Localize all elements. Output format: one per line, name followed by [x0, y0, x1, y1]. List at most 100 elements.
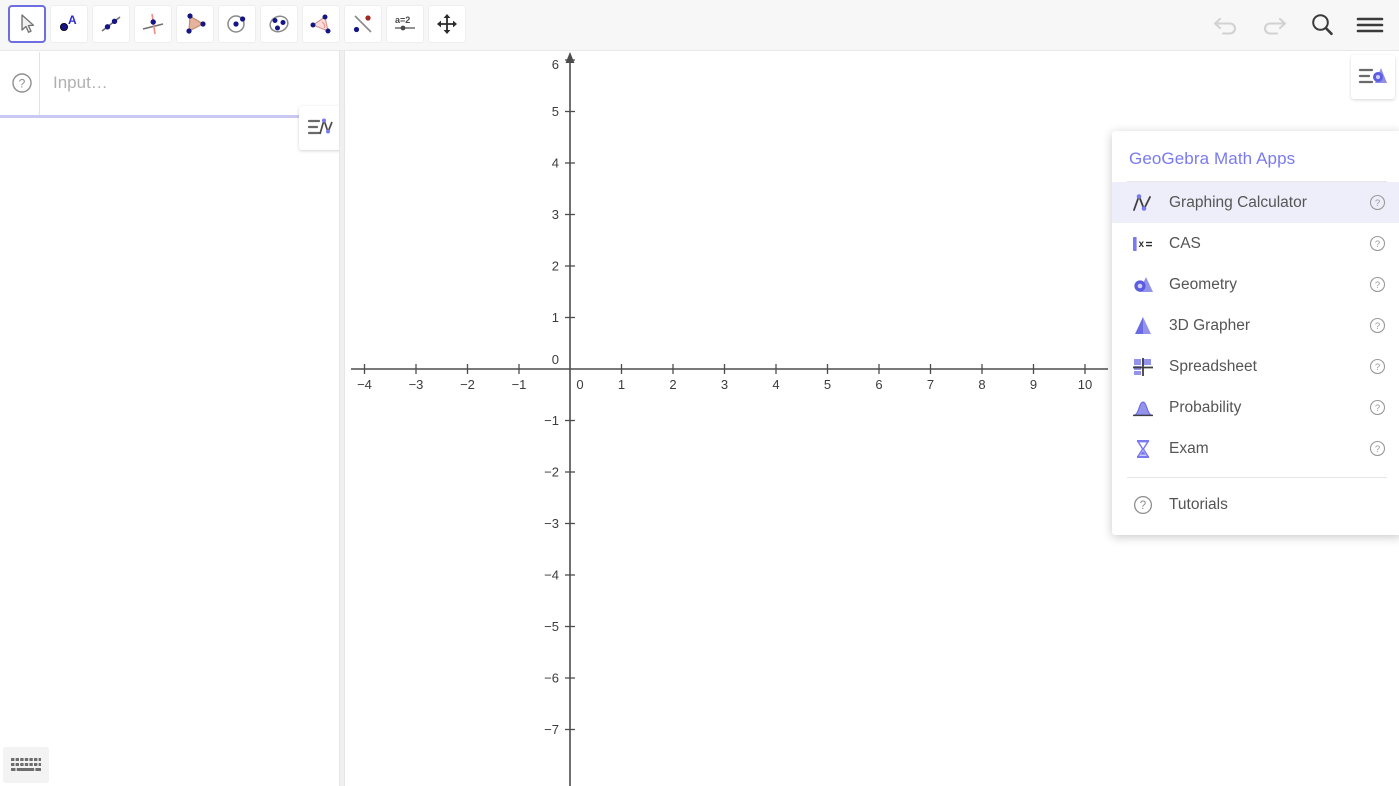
svg-text:?: ?: [1374, 403, 1379, 414]
geogebra-app-window: A a=2 ? Input… −4 −3 −2 −1 0 1 2 3 4 5 6…: [0, 0, 1399, 786]
graphing-calculator-icon: [1129, 192, 1157, 214]
svg-text:10: 10: [1078, 377, 1092, 392]
apps-menu-item-probability[interactable]: Probability ?: [1112, 387, 1399, 428]
svg-text:a=2: a=2: [395, 15, 410, 25]
svg-text:8: 8: [978, 377, 985, 392]
help-icon[interactable]: ?: [1367, 440, 1387, 457]
apps-menu-item-cas[interactable]: x CAS ?: [1112, 223, 1399, 264]
apps-menu-item-label: CAS: [1169, 234, 1201, 252]
svg-text:?: ?: [1374, 280, 1379, 291]
slider-tool[interactable]: a=2: [386, 5, 424, 43]
svg-text:6: 6: [552, 57, 559, 72]
angle-measure-tool[interactable]: [302, 5, 340, 43]
probability-icon: [1129, 397, 1157, 419]
svg-text:9: 9: [1030, 377, 1037, 392]
question-mark-icon: ?: [1129, 494, 1157, 516]
svg-text:5: 5: [552, 104, 559, 119]
apps-menu-item-exam[interactable]: Exam ?: [1112, 428, 1399, 469]
toolbar-right-actions: [1209, 8, 1387, 42]
algebra-input-row: ?: [0, 51, 344, 116]
circle-tool[interactable]: [218, 5, 256, 43]
svg-text:−1: −1: [544, 413, 559, 428]
svg-text:2: 2: [669, 377, 676, 392]
svg-text:−3: −3: [544, 516, 559, 531]
line-tool[interactable]: [92, 5, 130, 43]
apps-menu-item-label: Tutorials: [1169, 495, 1228, 513]
svg-text:x: x: [1139, 239, 1145, 250]
main-toolbar: A a=2: [0, 0, 1399, 51]
conic-tool[interactable]: [260, 5, 298, 43]
panel-divider[interactable]: [339, 51, 345, 786]
svg-text:5: 5: [824, 377, 831, 392]
move-tool[interactable]: [8, 5, 46, 43]
svg-text:?: ?: [1374, 239, 1379, 250]
input-focus-underline: [0, 115, 344, 118]
apps-menu-item-label: Geometry: [1169, 275, 1238, 293]
help-icon[interactable]: ?: [5, 72, 39, 94]
perpendicular-line-tool[interactable]: [134, 5, 172, 43]
svg-text:1: 1: [618, 377, 625, 392]
3d-grapher-icon: [1129, 315, 1157, 337]
redo-icon[interactable]: [1257, 8, 1291, 42]
apps-menu-item-label: Graphing Calculator: [1169, 193, 1307, 211]
svg-text:6: 6: [875, 377, 882, 392]
help-icon[interactable]: ?: [1367, 358, 1387, 375]
svg-text:2: 2: [552, 259, 559, 274]
svg-text:1: 1: [552, 310, 559, 325]
help-icon[interactable]: ?: [1367, 399, 1387, 416]
exam-icon: [1129, 438, 1157, 460]
svg-text:4: 4: [772, 377, 779, 392]
help-icon[interactable]: ?: [1367, 235, 1387, 252]
help-icon[interactable]: ?: [1367, 276, 1387, 293]
svg-text:3: 3: [721, 377, 728, 392]
help-icon[interactable]: ?: [1367, 317, 1387, 334]
svg-text:−2: −2: [544, 465, 559, 480]
apps-menu-item-label: Spreadsheet: [1169, 357, 1257, 375]
spreadsheet-icon: [1129, 356, 1157, 378]
svg-text:?: ?: [1374, 321, 1379, 332]
apps-menu-item-spreadsheet[interactable]: Spreadsheet ?: [1112, 346, 1399, 387]
svg-text:−1: −1: [512, 377, 527, 392]
svg-text:−5: −5: [544, 619, 559, 634]
svg-text:?: ?: [1140, 500, 1146, 512]
apps-menu-popup: GeoGebra Math Apps Graphing Calculator ?: [1112, 131, 1399, 535]
move-graphics-tool[interactable]: [428, 5, 466, 43]
svg-text:?: ?: [1374, 198, 1379, 209]
svg-text:−4: −4: [357, 377, 372, 392]
svg-text:A: A: [68, 13, 77, 27]
apps-menu-item-geometry[interactable]: Geometry ?: [1112, 264, 1399, 305]
svg-text:3: 3: [552, 207, 559, 222]
svg-text:4: 4: [552, 156, 559, 171]
algebra-view: ?: [0, 51, 344, 786]
apps-menu-item-label: Exam: [1169, 439, 1209, 457]
svg-text:−3: −3: [409, 377, 424, 392]
svg-text:?: ?: [1374, 444, 1379, 455]
apps-menu-separator-bottom: [1127, 477, 1387, 478]
reflect-tool[interactable]: [344, 5, 382, 43]
tool-group: A a=2: [8, 5, 466, 43]
undo-icon[interactable]: [1209, 8, 1243, 42]
search-icon[interactable]: [1305, 8, 1339, 42]
polygon-tool[interactable]: [176, 5, 214, 43]
hamburger-menu-icon[interactable]: [1353, 8, 1387, 42]
keyboard-toggle-button[interactable]: [3, 747, 49, 783]
svg-text:7: 7: [927, 377, 934, 392]
graphics-style-bar-button[interactable]: [1351, 55, 1395, 99]
svg-text:0: 0: [552, 352, 559, 367]
algebra-style-bar-button[interactable]: [299, 106, 343, 150]
apps-menu-item-3d-grapher[interactable]: 3D Grapher ?: [1112, 305, 1399, 346]
svg-text:−2: −2: [460, 377, 475, 392]
svg-text:?: ?: [19, 76, 26, 90]
apps-menu-title: GeoGebra Math Apps: [1129, 149, 1296, 168]
svg-text:−6: −6: [544, 671, 559, 686]
cas-icon: x: [1129, 233, 1157, 255]
apps-menu-item-graphing-calculator[interactable]: Graphing Calculator ?: [1112, 182, 1399, 223]
algebra-input-field[interactable]: [40, 52, 344, 114]
apps-menu-item-tutorials[interactable]: ? Tutorials: [1112, 484, 1399, 525]
svg-text:0: 0: [576, 377, 583, 392]
apps-menu-item-label: Probability: [1169, 398, 1242, 416]
geometry-icon: [1129, 274, 1157, 296]
apps-menu-item-label: 3D Grapher: [1169, 316, 1250, 334]
point-tool[interactable]: A: [50, 5, 88, 43]
help-icon[interactable]: ?: [1367, 194, 1387, 211]
